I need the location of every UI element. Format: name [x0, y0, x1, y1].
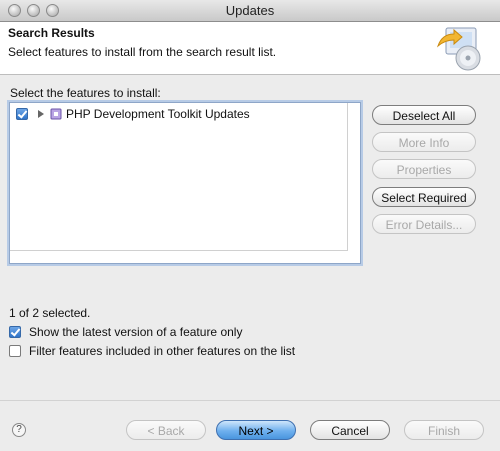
list-vertical-divider	[347, 103, 348, 251]
features-tree[interactable]: PHP Development Toolkit Updates	[9, 102, 361, 264]
feature-label: PHP Development Toolkit Updates	[66, 107, 250, 121]
feature-plugin-icon	[50, 108, 62, 120]
window-title: Updates	[225, 3, 275, 18]
install-cd-icon	[436, 27, 481, 71]
help-icon[interactable]: ?	[12, 423, 26, 437]
error-details-button[interactable]: Error Details...	[372, 214, 476, 234]
page-title: Search Results	[8, 26, 95, 40]
filter-included-checkbox[interactable]	[9, 345, 21, 357]
latest-version-option[interactable]: Show the latest version of a feature onl…	[9, 325, 242, 339]
select-required-button[interactable]: Select Required	[372, 187, 476, 207]
list-horizontal-divider	[10, 250, 348, 251]
features-list-label: Select the features to install:	[10, 86, 161, 100]
page-description: Select features to install from the sear…	[8, 45, 277, 59]
finish-button[interactable]: Finish	[404, 420, 484, 440]
wizard-header: Search Results Select features to instal…	[0, 22, 500, 75]
selection-count: 1 of 2 selected.	[9, 306, 91, 320]
cancel-button[interactable]: Cancel	[310, 420, 390, 440]
footer-divider	[0, 400, 500, 401]
feature-checkbox[interactable]	[16, 108, 28, 120]
title-bar: Updates	[0, 0, 500, 22]
latest-version-checkbox[interactable]	[9, 326, 21, 338]
filter-included-option[interactable]: Filter features included in other featur…	[9, 344, 295, 358]
latest-version-label: Show the latest version of a feature onl…	[29, 325, 243, 339]
back-button[interactable]: < Back	[126, 420, 206, 440]
deselect-all-button[interactable]: Deselect All	[372, 105, 476, 125]
filter-included-label: Filter features included in other featur…	[29, 344, 296, 358]
next-button[interactable]: Next >	[216, 420, 296, 440]
expand-triangle-icon[interactable]	[38, 110, 44, 118]
list-item[interactable]: PHP Development Toolkit Updates	[16, 106, 250, 122]
properties-button[interactable]: Properties	[372, 159, 476, 179]
more-info-button[interactable]: More Info	[372, 132, 476, 152]
